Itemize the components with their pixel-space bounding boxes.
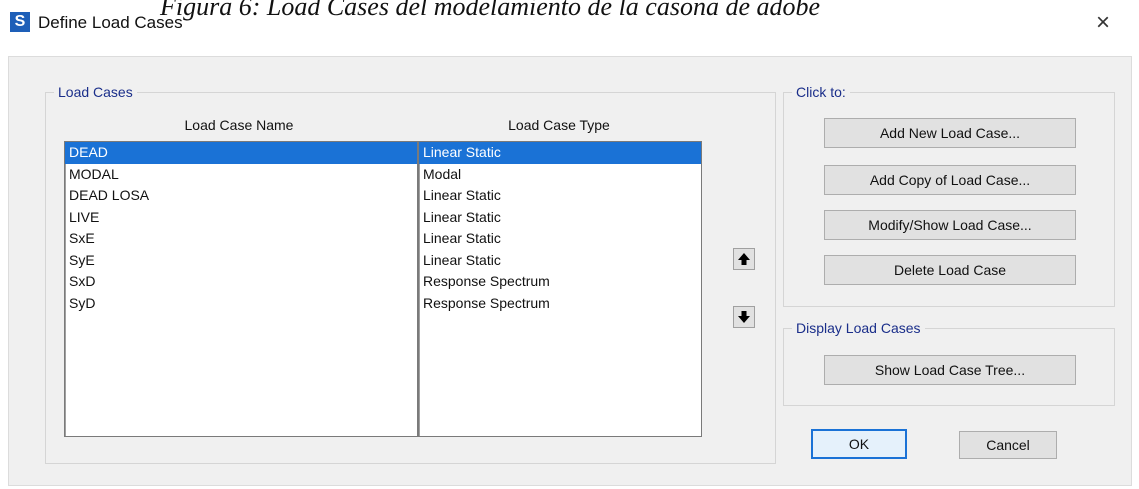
click-to-group-label: Click to: — [792, 83, 850, 101]
delete-load-case-button[interactable]: Delete Load Case — [824, 255, 1076, 285]
figure-caption: Figura 6: Load Cases del modelamiento de… — [160, 0, 821, 21]
load-case-type-item[interactable]: Linear Static — [419, 250, 701, 272]
column-header-name: Load Case Name — [184, 117, 294, 133]
move-up-button[interactable] — [733, 248, 755, 270]
app-logo-icon: S — [10, 12, 30, 32]
load-case-type-item[interactable]: Response Spectrum — [419, 271, 701, 293]
load-case-name-list[interactable]: DEAD MODAL DEAD LOSA LIVE SxE SyE SxD SyD — [64, 141, 418, 437]
cancel-button[interactable]: Cancel — [959, 431, 1057, 459]
add-copy-load-case-button[interactable]: Add Copy of Load Case... — [824, 165, 1076, 195]
load-case-type-item[interactable]: Modal — [419, 164, 701, 186]
load-case-name-item[interactable]: SyE — [65, 250, 417, 272]
load-case-name-item[interactable]: DEAD LOSA — [65, 185, 417, 207]
load-case-name-item[interactable]: SxD — [65, 271, 417, 293]
ok-button[interactable]: OK — [811, 429, 907, 459]
load-case-name-item[interactable]: SyD — [65, 293, 417, 315]
show-load-case-tree-button[interactable]: Show Load Case Tree... — [824, 355, 1076, 385]
arrow-down-icon — [738, 311, 750, 323]
load-case-type-list[interactable]: Linear Static Modal Linear Static Linear St… — [418, 141, 702, 437]
click-to-group: Click to: Add New Load Case... Add Copy … — [783, 83, 1115, 307]
column-header-type: Load Case Type — [508, 117, 610, 133]
dialog-body: Load Cases Load Case Name Load Case Type… — [8, 56, 1132, 486]
load-case-name-item[interactable]: DEAD — [65, 142, 417, 164]
load-case-name-item[interactable]: LIVE — [65, 207, 417, 229]
load-case-name-item[interactable]: MODAL — [65, 164, 417, 186]
load-case-type-item[interactable]: Response Spectrum — [419, 293, 701, 315]
load-case-name-item[interactable]: SxE — [65, 228, 417, 250]
move-down-button[interactable] — [733, 306, 755, 328]
load-case-type-item[interactable]: Linear Static — [419, 142, 701, 164]
close-icon[interactable]: × — [1096, 10, 1110, 36]
modify-show-load-case-button[interactable]: Modify/Show Load Case... — [824, 210, 1076, 240]
load-cases-group-label: Load Cases — [54, 83, 137, 101]
load-cases-group: Load Cases Load Case Name Load Case Type… — [45, 83, 776, 464]
add-new-load-case-button[interactable]: Add New Load Case... — [824, 118, 1076, 148]
display-load-cases-group: Display Load Cases Show Load Case Tree..… — [783, 319, 1115, 406]
load-case-type-item[interactable]: Linear Static — [419, 228, 701, 250]
display-group-label: Display Load Cases — [792, 319, 925, 337]
load-case-type-item[interactable]: Linear Static — [419, 185, 701, 207]
arrow-up-icon — [738, 253, 750, 265]
load-case-type-item[interactable]: Linear Static — [419, 207, 701, 229]
